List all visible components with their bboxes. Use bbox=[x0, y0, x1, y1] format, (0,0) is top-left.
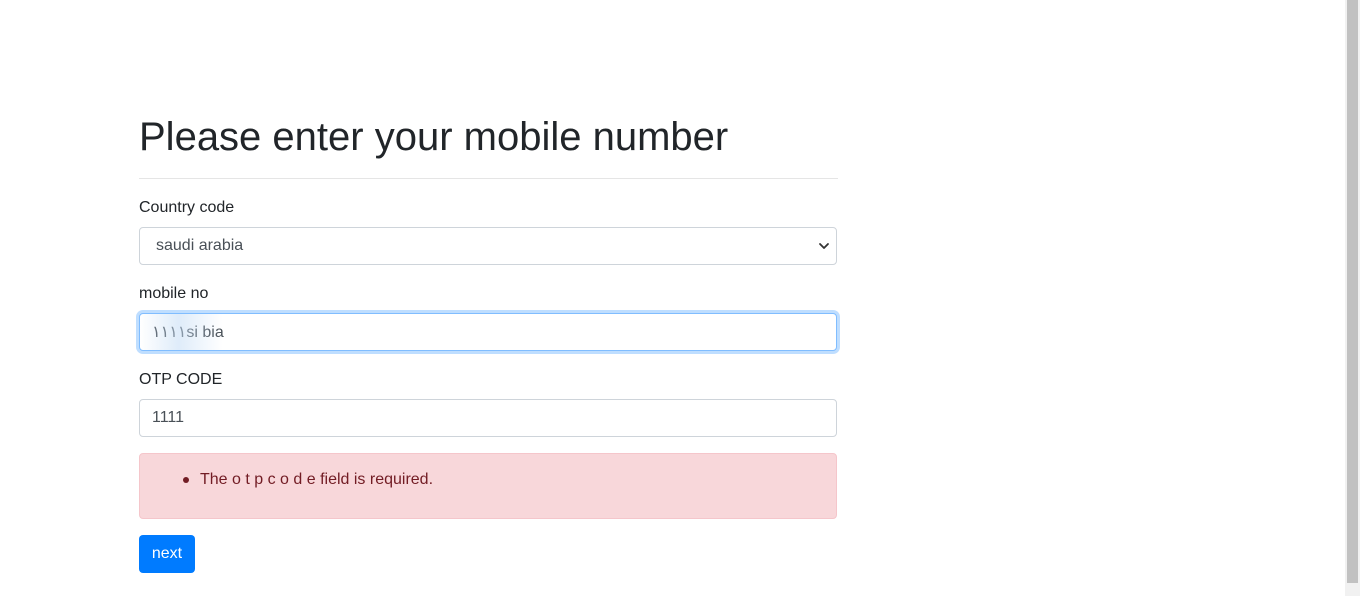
otp-code-value: 1111 bbox=[152, 409, 185, 426]
mobile-no-input[interactable]: ١١١١si bia bbox=[139, 313, 837, 351]
bullet-icon bbox=[183, 477, 189, 483]
mobile-no-label: mobile no bbox=[139, 285, 209, 302]
country-code-select[interactable]: saudi arabia bbox=[139, 227, 837, 265]
title-divider bbox=[139, 178, 838, 179]
page-title: Please enter your mobile number bbox=[139, 115, 729, 159]
chevron-down-icon bbox=[819, 243, 829, 249]
country-code-label: Country code bbox=[139, 199, 235, 216]
page: Please enter your mobile number Country … bbox=[0, 0, 1360, 596]
otp-code-label: OTP CODE bbox=[139, 371, 223, 388]
next-button[interactable]: next bbox=[139, 535, 195, 573]
error-alert: The o t p c o d e field is required. bbox=[139, 453, 837, 519]
country-code-value: saudi arabia bbox=[156, 237, 244, 254]
scrollbar-thumb[interactable] bbox=[1347, 0, 1358, 583]
vertical-scrollbar[interactable] bbox=[1345, 0, 1360, 596]
mobile-no-value: ١١١١si bia bbox=[152, 324, 224, 341]
error-message: The o t p c o d e field is required. bbox=[200, 471, 434, 488]
otp-code-input[interactable]: 1111 bbox=[139, 399, 837, 437]
